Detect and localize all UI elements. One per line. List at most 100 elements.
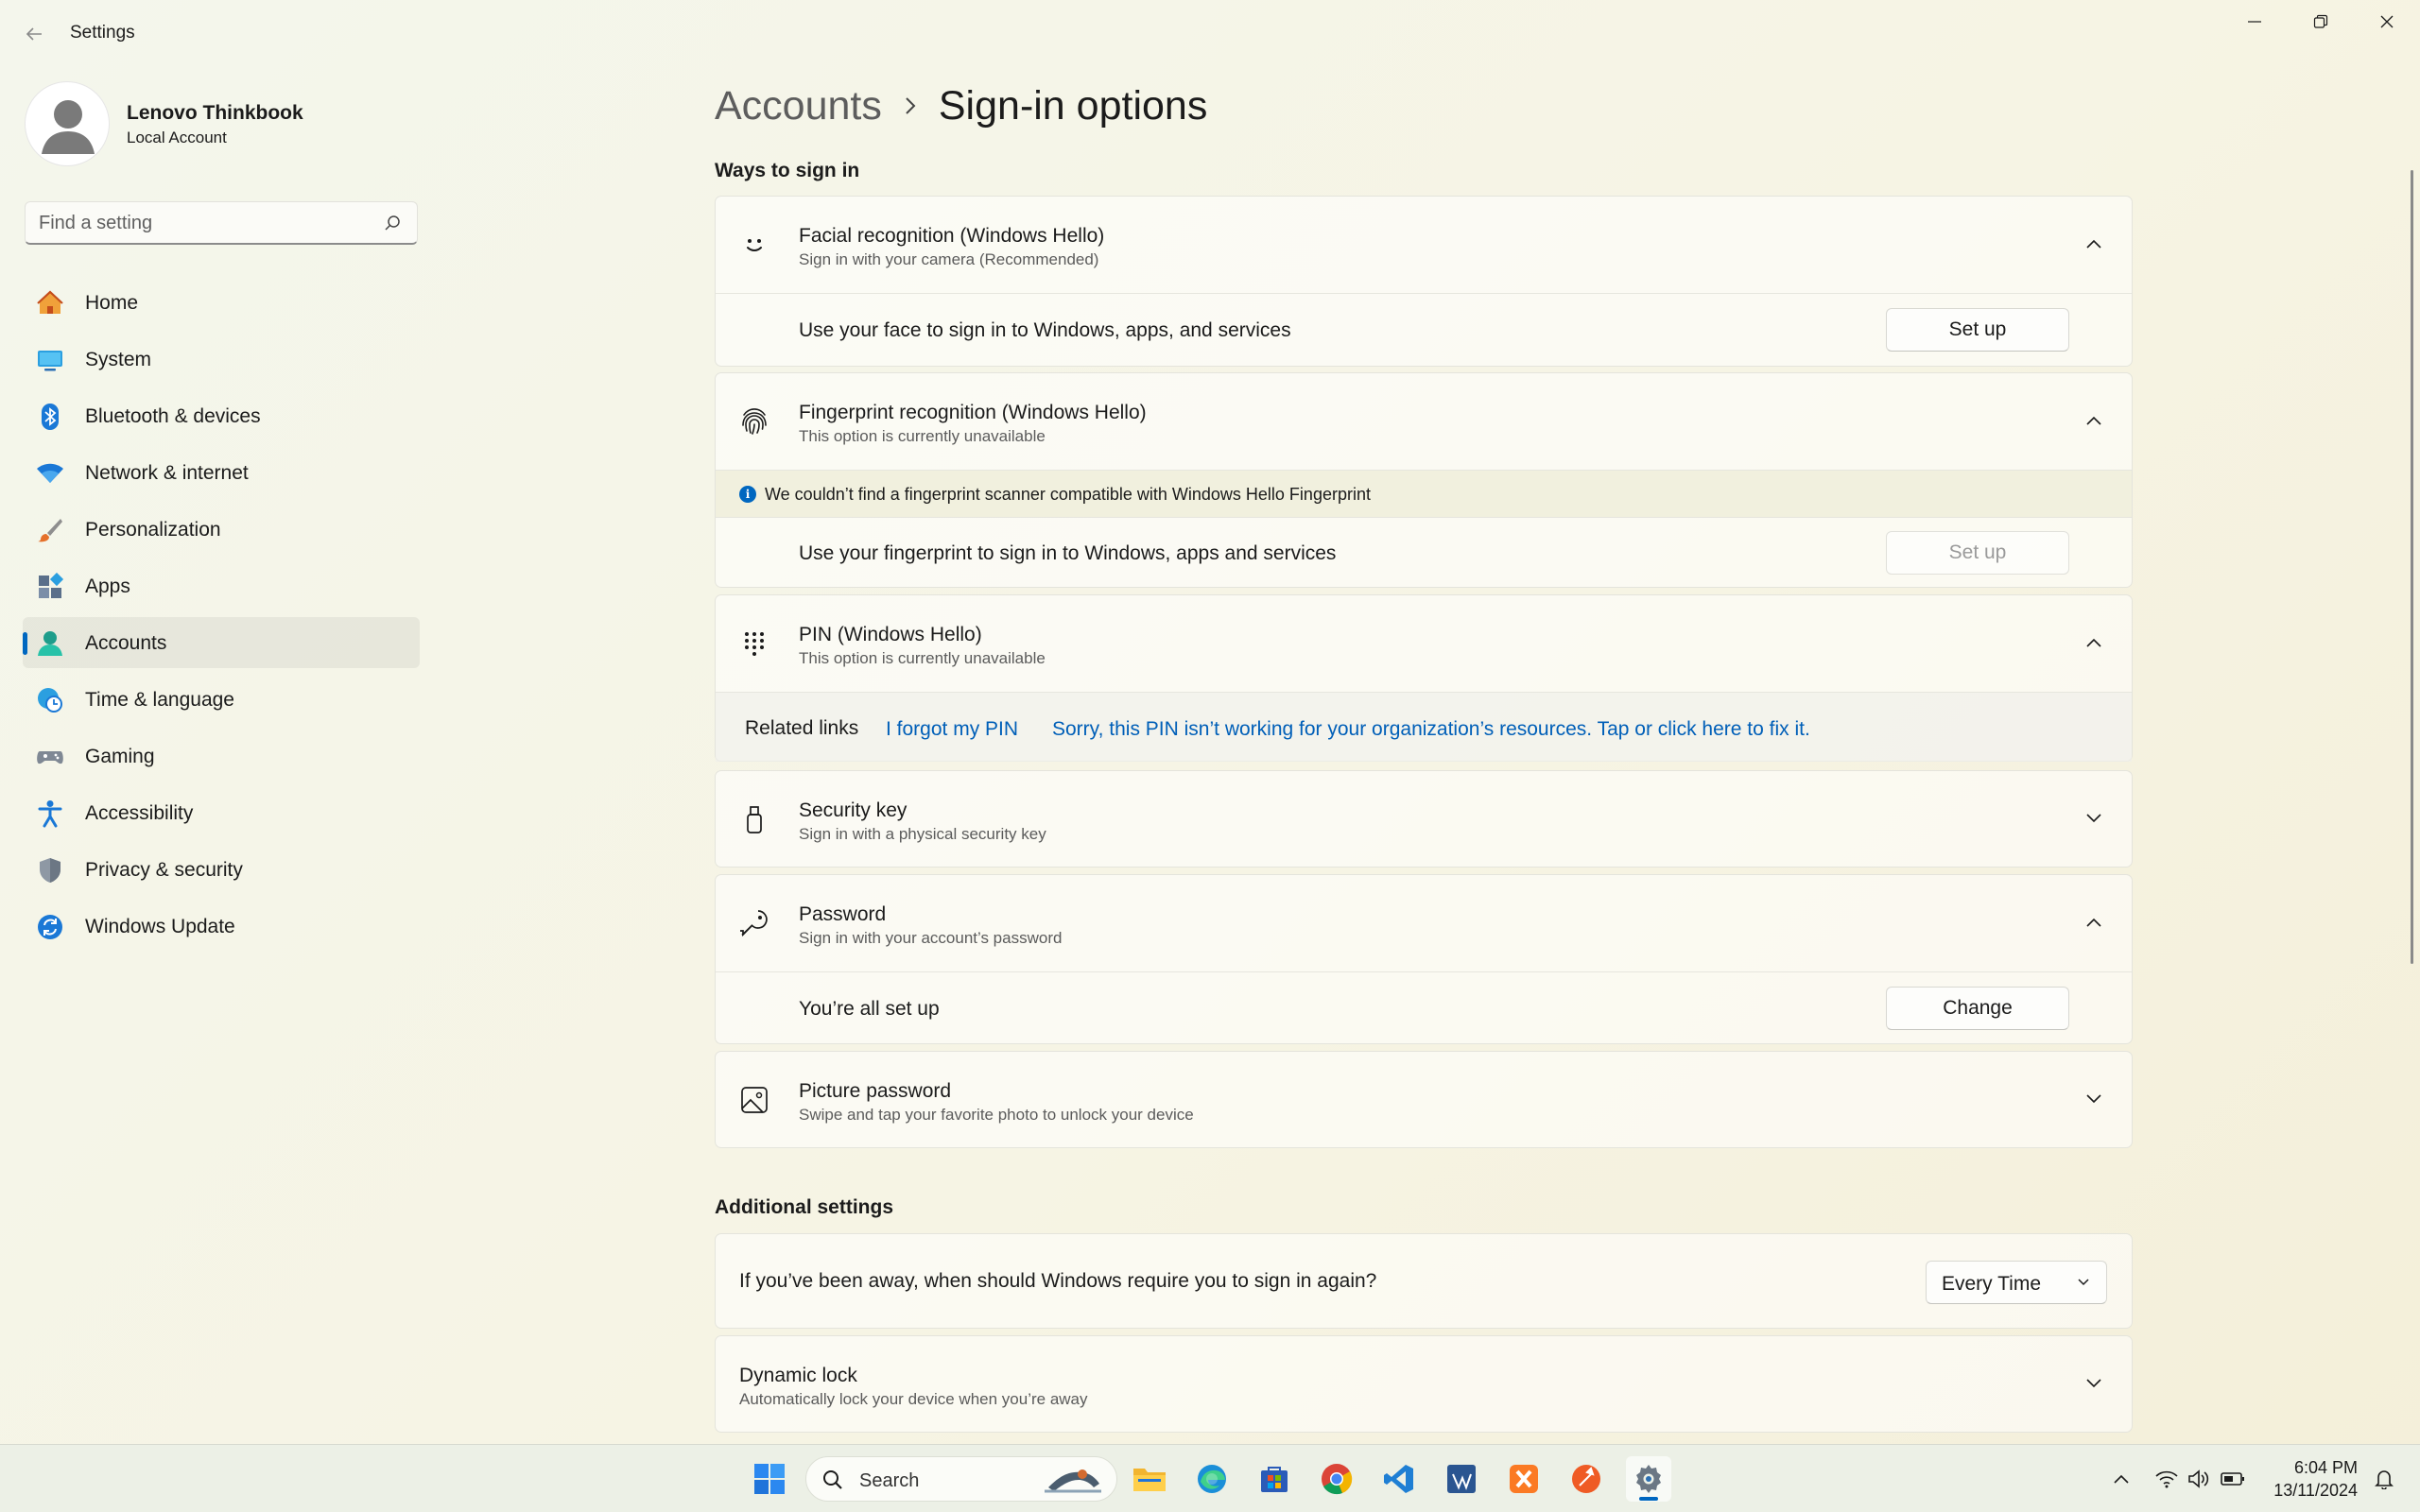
fingerprint-card: Fingerprint recognition (Windows Hello) … bbox=[715, 372, 2133, 588]
sidebar-item-personalization[interactable]: Personalization bbox=[23, 504, 420, 555]
restore-button[interactable] bbox=[2288, 0, 2354, 43]
facial-recognition-header[interactable]: Facial recognition (Windows Hello) Sign … bbox=[716, 197, 2132, 293]
require-signin-dropdown[interactable]: Every Time bbox=[1926, 1261, 2107, 1304]
start-button[interactable] bbox=[747, 1456, 792, 1502]
picture-password-card[interactable]: Picture password Swipe and tap your favo… bbox=[715, 1051, 2133, 1148]
sidebar-item-windows-update[interactable]: Windows Update bbox=[23, 901, 420, 952]
chevron-up-icon[interactable] bbox=[2083, 631, 2105, 654]
sidebar-item-accessibility[interactable]: Accessibility bbox=[23, 787, 420, 838]
additional-settings-heading: Additional settings bbox=[715, 1196, 893, 1218]
settings-search-box[interactable] bbox=[25, 201, 418, 245]
taskbar-postman[interactable] bbox=[1564, 1456, 1609, 1502]
taskbar-visual-studio[interactable] bbox=[1439, 1456, 1484, 1502]
chrome-icon bbox=[1322, 1464, 1353, 1495]
wifi-icon bbox=[2155, 1470, 2178, 1488]
sidebar-item-label: System bbox=[85, 349, 152, 370]
dynamic-lock-card[interactable]: Dynamic lock Automatically lock your dev… bbox=[715, 1335, 2133, 1433]
password-subtitle: Sign in with your account’s password bbox=[799, 929, 1063, 947]
taskbar-file-explorer[interactable] bbox=[1127, 1456, 1172, 1502]
taskbar-clock[interactable]: 6:04 PM 13/11/2024 bbox=[2254, 1456, 2358, 1502]
change-password-button[interactable]: Change bbox=[1886, 987, 2069, 1030]
sidebar-item-apps[interactable]: Apps bbox=[23, 560, 420, 611]
postman-icon bbox=[1572, 1465, 1600, 1493]
chevron-down-icon[interactable] bbox=[2083, 807, 2105, 830]
facial-setup-button[interactable]: Set up bbox=[1886, 308, 2069, 352]
home-icon bbox=[37, 290, 63, 314]
password-header[interactable]: Password Sign in with your account’s pas… bbox=[716, 875, 2132, 971]
update-icon bbox=[38, 915, 62, 939]
taskbar-settings[interactable] bbox=[1626, 1456, 1671, 1502]
breadcrumb-parent-link[interactable]: Accounts bbox=[715, 83, 882, 129]
require-signin-value: Every Time bbox=[1942, 1273, 2042, 1295]
search-input[interactable] bbox=[39, 202, 360, 244]
close-button[interactable] bbox=[2354, 0, 2420, 43]
tray-wifi[interactable] bbox=[2153, 1466, 2180, 1492]
sidebar-item-gaming[interactable]: Gaming bbox=[23, 730, 420, 782]
sidebar-item-system[interactable]: System bbox=[23, 334, 420, 385]
chevron-down-icon[interactable] bbox=[2083, 1372, 2105, 1395]
visual-studio-icon bbox=[1447, 1465, 1476, 1493]
apps-icon bbox=[39, 573, 64, 598]
vertical-scrollbar[interactable] bbox=[2411, 170, 2413, 964]
notifications-button[interactable] bbox=[2371, 1466, 2397, 1492]
chevron-up-icon bbox=[2114, 1474, 2129, 1484]
facial-recognition-title: Facial recognition (Windows Hello) bbox=[799, 225, 1105, 247]
search-icon bbox=[823, 1470, 842, 1489]
password-title: Password bbox=[799, 903, 887, 925]
search-highlight-icon bbox=[1045, 1469, 1101, 1493]
chevron-up-icon[interactable] bbox=[2083, 232, 2105, 255]
chevron-up-icon[interactable] bbox=[2083, 409, 2105, 432]
sidebar-item-home[interactable]: Home bbox=[23, 277, 420, 328]
search-icon[interactable] bbox=[383, 214, 402, 232]
dynamic-lock-title: Dynamic lock bbox=[739, 1365, 857, 1386]
fingerprint-title: Fingerprint recognition (Windows Hello) bbox=[799, 402, 1147, 423]
facial-recognition-setup-row: Use your face to sign in to Windows, app… bbox=[716, 293, 2132, 367]
taskbar-search[interactable]: Search bbox=[805, 1456, 1117, 1502]
sidebar-item-privacy[interactable]: Privacy & security bbox=[23, 844, 420, 895]
forgot-pin-link[interactable]: I forgot my PIN bbox=[886, 718, 1018, 741]
sidebar-item-network[interactable]: Network & internet bbox=[23, 447, 420, 498]
fingerprint-description: Use your fingerprint to sign in to Windo… bbox=[799, 542, 1337, 564]
taskbar-edge[interactable] bbox=[1189, 1456, 1235, 1502]
user-profile[interactable]: Lenovo Thinkbook Local Account bbox=[25, 81, 422, 166]
start-icon bbox=[754, 1464, 785, 1494]
password-status-row: You’re all set up Change bbox=[716, 971, 2132, 1044]
sidebar-item-label: Gaming bbox=[85, 746, 155, 767]
settings-icon bbox=[1636, 1465, 1661, 1493]
taskbar-vscode[interactable] bbox=[1376, 1456, 1422, 1502]
profile-account-type: Local Account bbox=[127, 129, 227, 146]
chevron-up-icon[interactable] bbox=[2083, 911, 2105, 934]
globe-clock-icon bbox=[38, 688, 62, 713]
pin-title: PIN (Windows Hello) bbox=[799, 624, 982, 645]
page-title: Sign-in options bbox=[938, 82, 1208, 129]
fix-pin-link[interactable]: Sorry, this PIN isn’t working for your o… bbox=[1052, 718, 1810, 741]
keypad-icon bbox=[738, 627, 770, 660]
tray-volume[interactable] bbox=[2186, 1466, 2212, 1492]
chevron-down-icon[interactable] bbox=[2083, 1088, 2105, 1110]
related-links-label: Related links bbox=[745, 717, 859, 739]
back-button[interactable] bbox=[17, 17, 51, 51]
back-arrow-icon bbox=[26, 27, 42, 41]
app-title: Settings bbox=[70, 23, 135, 43]
minimize-button[interactable] bbox=[2221, 0, 2288, 43]
taskbar-xampp[interactable] bbox=[1501, 1456, 1547, 1502]
password-status-text: You’re all set up bbox=[799, 998, 940, 1020]
tray-overflow-button[interactable] bbox=[2108, 1466, 2135, 1492]
security-key-card[interactable]: Security key Sign in with a physical sec… bbox=[715, 770, 2133, 868]
system-icon bbox=[38, 351, 62, 371]
fingerprint-setup-row: Use your fingerprint to sign in to Windo… bbox=[716, 517, 2132, 588]
sidebar-item-accounts[interactable]: Accounts bbox=[23, 617, 420, 668]
taskbar-chrome[interactable] bbox=[1314, 1456, 1359, 1502]
sidebar-item-bluetooth[interactable]: Bluetooth & devices bbox=[23, 390, 420, 441]
info-icon: i bbox=[739, 486, 756, 503]
fingerprint-subtitle: This option is currently unavailable bbox=[799, 427, 1046, 445]
accounts-icon bbox=[38, 631, 62, 656]
breadcrumb: Accounts Sign-in options bbox=[715, 77, 1207, 134]
smile-icon bbox=[738, 229, 770, 261]
pin-header[interactable]: PIN (Windows Hello) This option is curre… bbox=[716, 595, 2132, 692]
fingerprint-header[interactable]: Fingerprint recognition (Windows Hello) … bbox=[716, 373, 2132, 470]
tray-battery[interactable] bbox=[2220, 1466, 2246, 1492]
sidebar-item-time-language[interactable]: Time & language bbox=[23, 674, 420, 725]
fingerprint-info-bar: i We couldn’t find a fingerprint scanner… bbox=[716, 470, 2132, 517]
taskbar-store[interactable] bbox=[1252, 1456, 1297, 1502]
